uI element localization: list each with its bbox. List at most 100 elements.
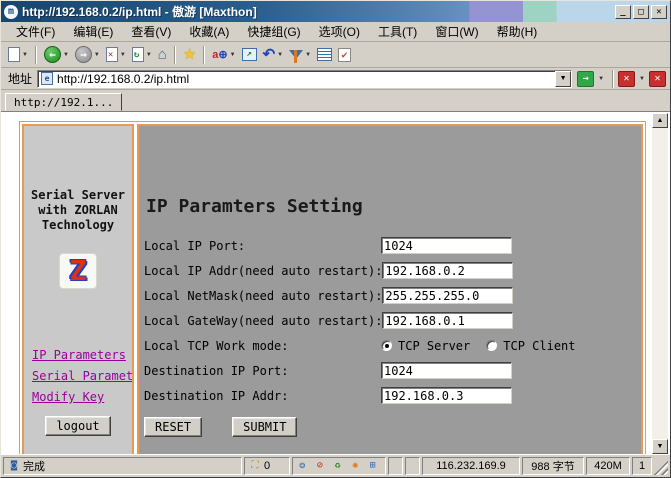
submit-button[interactable]: SUBMIT: [232, 417, 297, 437]
tcp-client-label: TCP Client: [503, 339, 575, 353]
zorlan-logo: Z: [59, 253, 97, 289]
favorites-button[interactable]: ★: [181, 45, 198, 64]
tab-active[interactable]: http://192.1...: [5, 93, 122, 111]
local-ip-port-input[interactable]: [381, 237, 512, 254]
back-icon: ←: [44, 46, 61, 63]
link-ip-parameters[interactable]: IP Parameters: [32, 345, 132, 366]
proxy-globe-icon[interactable]: ❂: [297, 460, 308, 472]
go-button[interactable]: →: [577, 71, 594, 87]
forward-button[interactable]: →▼: [73, 44, 102, 65]
menu-view[interactable]: 查看(V): [122, 21, 180, 42]
home-icon: ⌂: [158, 47, 167, 62]
notes-button[interactable]: ✔: [336, 46, 353, 64]
menu-options[interactable]: 选项(O): [310, 21, 369, 42]
menu-tools[interactable]: 工具(T): [369, 21, 426, 42]
address-input[interactable]: [57, 72, 555, 86]
destination-ip-addr-input[interactable]: [381, 387, 512, 404]
browser-window: m http://192.168.0.2/ip.html - 傲游 [Maxth…: [0, 0, 671, 478]
filter-button[interactable]: ▼: [287, 48, 313, 61]
external-ip-panel: 116.232.169.9: [422, 457, 520, 475]
tcp-server-radio[interactable]: [381, 340, 392, 351]
forward-icon: →: [75, 46, 92, 63]
minimize-button[interactable]: _: [615, 5, 631, 19]
new-page-button[interactable]: ▼: [6, 45, 30, 64]
sidebar-title: Serial Server with ZORLAN Technology: [24, 188, 132, 233]
back-dropdown[interactable]: ▼: [63, 52, 69, 58]
toolbar: ▼ ←▼ →▼ ✕▼ ↻▼ ⌂ ★ a⊕▼ ↗ ↶▼ ▼ ✔: [1, 42, 670, 68]
field-label: Local TCP Work mode:: [144, 339, 381, 353]
tab-bar: http://192.1...: [1, 90, 670, 111]
menu-help[interactable]: 帮助(H): [488, 21, 547, 42]
status-page-icon: ◙: [8, 460, 20, 472]
go-dropdown[interactable]: ▼: [598, 76, 604, 82]
auto-refresh-icon[interactable]: ♻: [332, 460, 343, 472]
filter-icon: [289, 50, 303, 59]
groups-button[interactable]: a⊕▼: [210, 46, 237, 64]
menu-groups[interactable]: 快捷组(G): [238, 21, 309, 42]
stop-dropdown[interactable]: ▼: [120, 52, 126, 58]
reset-button[interactable]: RESET: [144, 417, 202, 437]
new-page-icon: [8, 47, 20, 62]
stop-icon: ✕: [106, 47, 118, 62]
logout-button[interactable]: logout: [45, 416, 110, 436]
new-page-dropdown[interactable]: ▼: [22, 52, 28, 58]
refresh-button[interactable]: ↻▼: [130, 45, 154, 64]
popup-window-button[interactable]: ↗: [240, 46, 259, 63]
popup-blocker-panel[interactable]: ⛶ 0: [244, 457, 290, 475]
address-bar: 地址 e ▼ → ▼ ✕ ▼ ✕: [1, 68, 670, 90]
form-list-button[interactable]: [315, 46, 334, 63]
tcp-client-radio[interactable]: [486, 340, 497, 351]
undo-button[interactable]: ↶▼: [261, 45, 286, 64]
field-row-local-ip-port: Local IP Port:: [144, 233, 641, 258]
back-button[interactable]: ←▼: [42, 44, 71, 65]
memory-panel: 420M: [586, 457, 630, 475]
link-modify-key[interactable]: Modify Key: [32, 387, 132, 408]
close-all-button[interactable]: ✕: [649, 71, 666, 87]
field-label: Local NetMask(need auto restart):: [144, 289, 382, 303]
field-row-tcp-work-mode: Local TCP Work mode: TCP Server TCP Clie…: [144, 333, 641, 358]
notes-icon: ✔: [338, 48, 351, 62]
field-label: Local IP Addr(need auto restart):: [144, 264, 382, 278]
address-combo: e ▼: [37, 70, 572, 88]
menu-window[interactable]: 窗口(W): [426, 21, 487, 42]
status-bar: ◙ 完成 ⛶ 0 ❂ ⊘ ♻ ✺ ⊞ 116.232.169.9 988 字节 …: [1, 454, 670, 477]
forward-dropdown[interactable]: ▼: [94, 52, 100, 58]
stop-button[interactable]: ✕▼: [104, 45, 128, 64]
address-dropdown[interactable]: ▼: [555, 71, 571, 87]
destination-ip-port-input[interactable]: [381, 362, 512, 379]
memory-value: 420M: [594, 460, 622, 472]
tab-count: 1: [639, 460, 645, 472]
scroll-down-button[interactable]: ▼: [652, 439, 668, 454]
menu-file[interactable]: 文件(F): [7, 21, 64, 42]
undo-dropdown[interactable]: ▼: [277, 52, 283, 58]
status-icons-panel: ❂ ⊘ ♻ ✺ ⊞: [292, 457, 386, 475]
page-favicon: e: [41, 72, 53, 85]
menu-favorites[interactable]: 收藏(A): [180, 21, 238, 42]
menu-edit[interactable]: 编辑(E): [64, 21, 122, 42]
refresh-dropdown[interactable]: ▼: [146, 52, 152, 58]
local-gateway-input[interactable]: [382, 312, 513, 329]
external-window-icon[interactable]: ⊞: [367, 460, 378, 472]
field-row-local-netmask: Local NetMask(need auto restart):: [144, 283, 641, 308]
toolbar-separator: [203, 46, 205, 64]
resize-grip[interactable]: [654, 457, 668, 475]
maximize-button[interactable]: □: [633, 5, 649, 19]
local-ip-addr-input[interactable]: [382, 262, 513, 279]
maxthon-app-icon: m: [4, 5, 18, 19]
sidebar-nav: IP Parameters Serial Parameters Modify K…: [24, 345, 132, 408]
scroll-up-button[interactable]: ▲: [652, 113, 668, 128]
close-tab-dropdown[interactable]: ▼: [639, 76, 645, 82]
flash-filter-icon[interactable]: ✺: [350, 460, 361, 472]
block-folder-icon[interactable]: ⊘: [315, 460, 326, 472]
form-list-icon: [317, 48, 332, 61]
link-serial-parameters[interactable]: Serial Parameters: [32, 366, 132, 387]
groups-dropdown[interactable]: ▼: [230, 52, 236, 58]
vertical-scrollbar[interactable]: ▲ ▼: [652, 113, 668, 454]
filter-dropdown[interactable]: ▼: [305, 52, 311, 58]
local-netmask-input[interactable]: [382, 287, 513, 304]
close-button[interactable]: ✕: [651, 5, 667, 19]
tab-count-panel: 1: [632, 457, 652, 475]
home-button[interactable]: ⌂: [156, 45, 169, 64]
title-bar: m http://192.168.0.2/ip.html - 傲游 [Maxth…: [1, 1, 670, 22]
close-tab-button[interactable]: ✕: [618, 71, 635, 87]
